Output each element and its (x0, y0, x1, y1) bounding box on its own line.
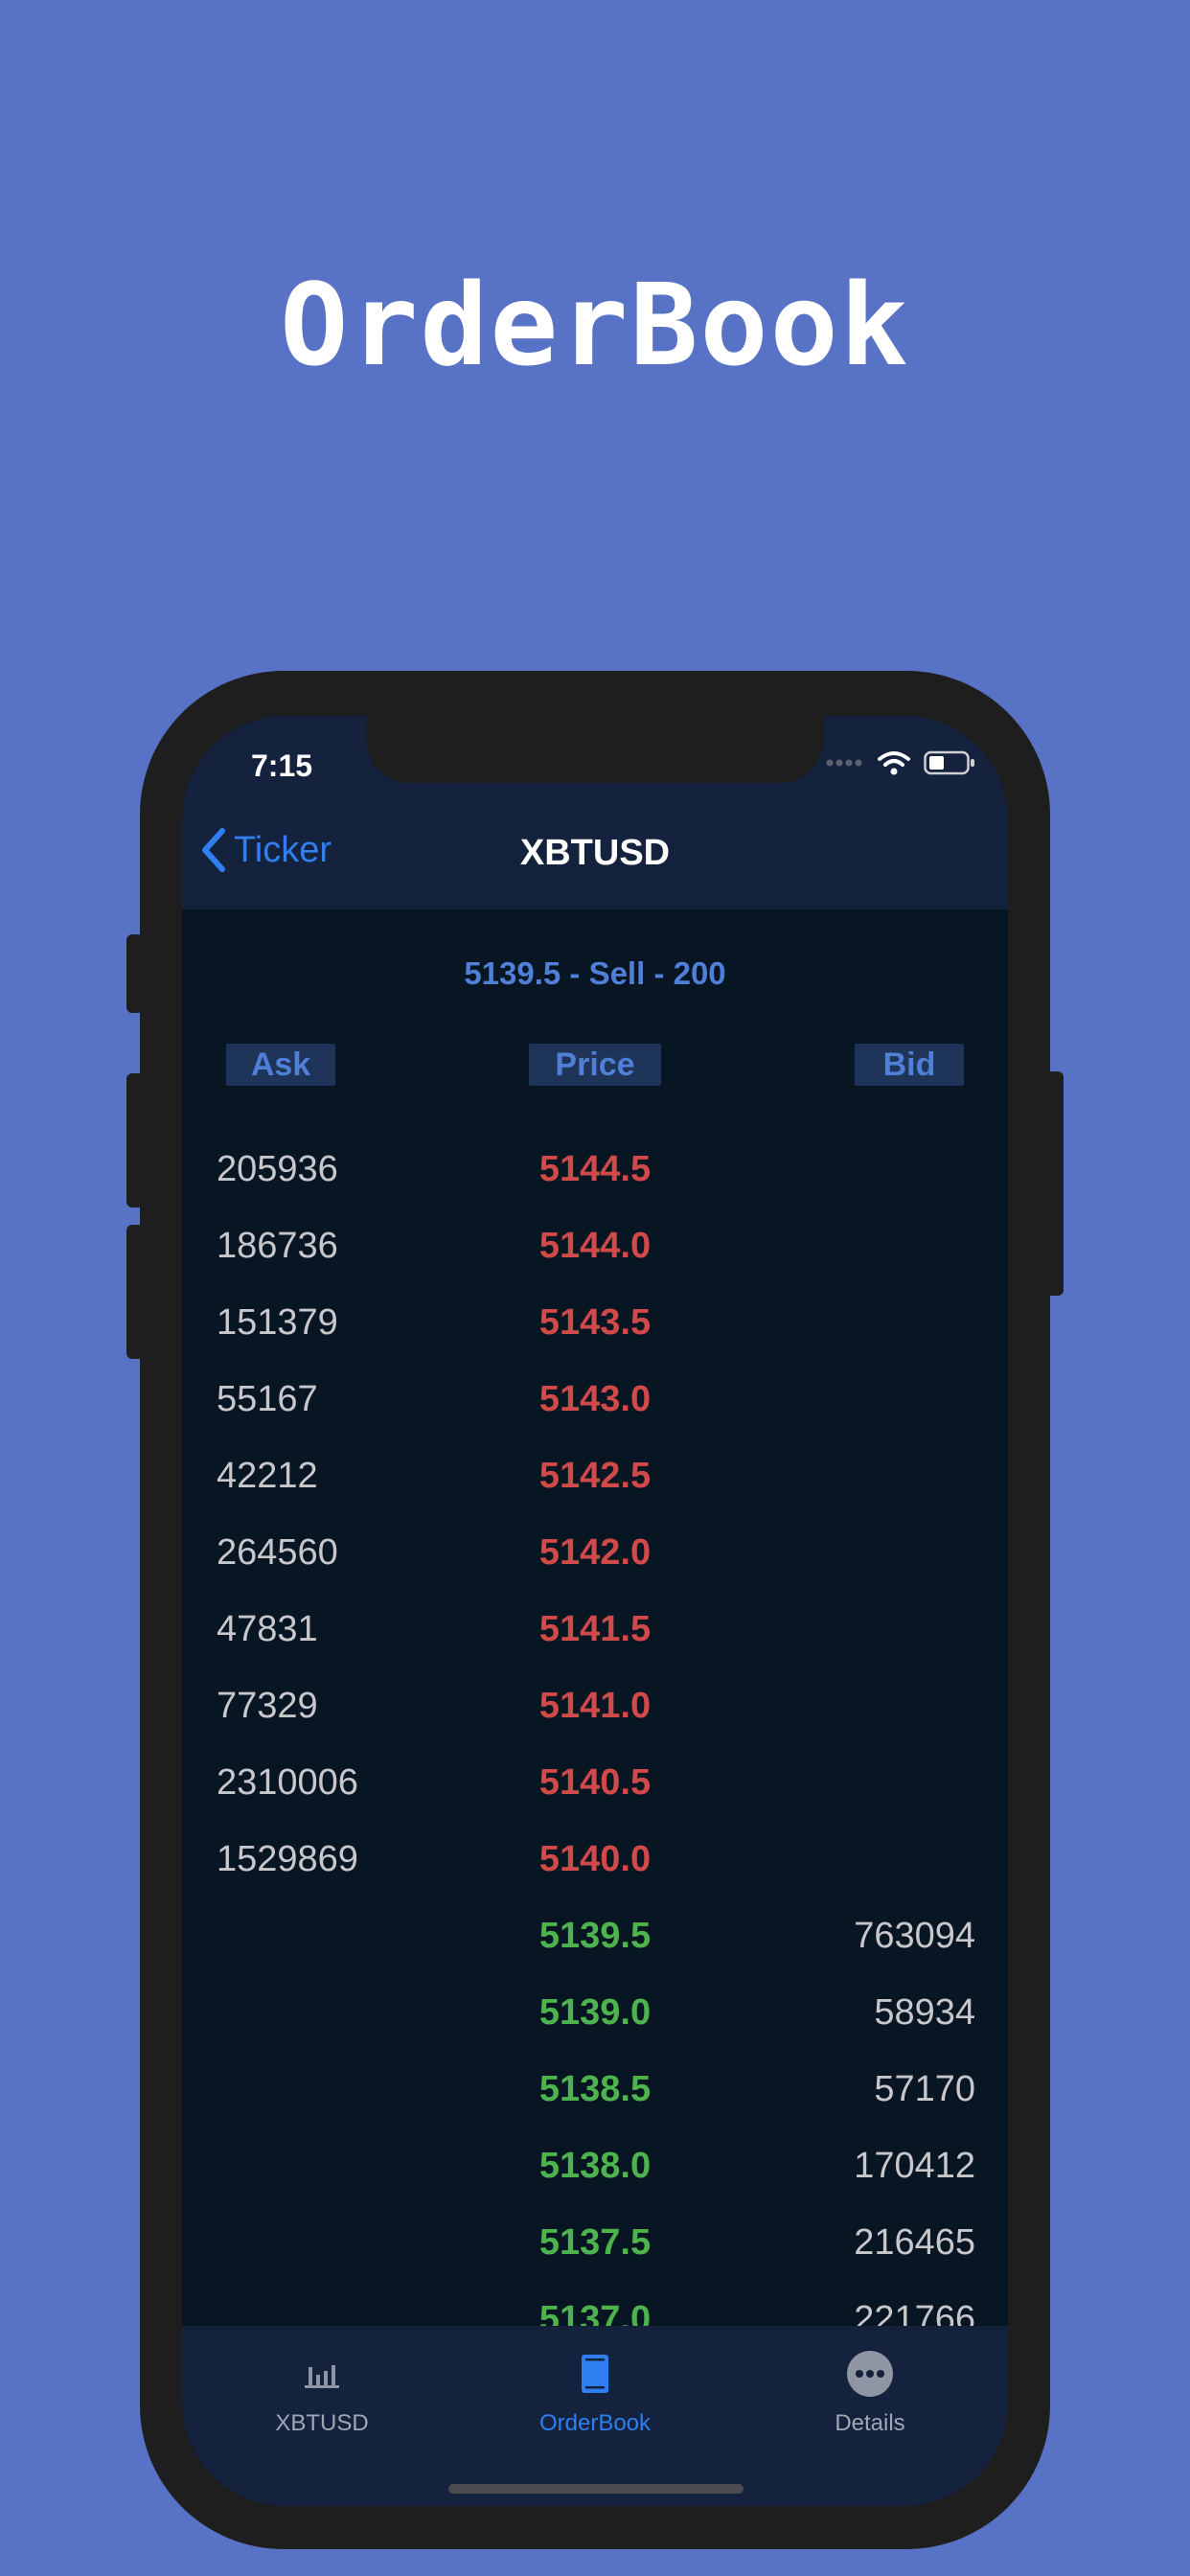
ask-row: 205936 5144.5 (182, 1130, 1008, 1207)
ask-row: 264560 5142.0 (182, 1513, 1008, 1590)
tab-orderbook[interactable]: OrderBook (499, 2345, 691, 2437)
bid-size: 170412 (854, 2146, 975, 2186)
phone-screen: 7:15 Ticker XBTUSD 5139.5 - Sell - 200 A… (182, 716, 1008, 2506)
ask-row: 42212 5142.5 (182, 1437, 1008, 1513)
bid-row: 5139.0 58934 (182, 1973, 1008, 2050)
bid-price: 5138.5 (538, 2069, 652, 2109)
ask-size: 186736 (217, 1226, 338, 1266)
bid-price: 5139.5 (538, 1916, 652, 1956)
ask-price: 5144.0 (538, 1226, 652, 1266)
ask-size: 77329 (217, 1686, 318, 1726)
ask-row: 55167 5143.0 (182, 1360, 1008, 1437)
bid-row: 5137.5 216465 (182, 2203, 1008, 2280)
ask-price: 5140.5 (538, 1762, 652, 1803)
phone-notch (366, 716, 824, 783)
ask-row: 47831 5141.5 (182, 1590, 1008, 1667)
ask-price: 5142.0 (538, 1532, 652, 1573)
ask-size: 55167 (217, 1379, 318, 1419)
bid-size: 763094 (854, 1916, 975, 1956)
orderbook-list[interactable]: 205936 5144.5 186736 5144.0 151379 5143.… (182, 716, 1008, 2339)
ask-size: 47831 (217, 1609, 318, 1649)
ask-price: 5141.0 (538, 1686, 652, 1726)
tab-xbtusd[interactable]: XBTUSD (226, 2345, 418, 2437)
tab-label: Details (835, 2410, 905, 2436)
bid-row: 5139.5 763094 (182, 1897, 1008, 1973)
bid-size: 58934 (874, 1992, 975, 2033)
ask-price: 5140.0 (538, 1839, 652, 1879)
ask-price: 5143.5 (538, 1302, 652, 1343)
more-icon (847, 2351, 893, 2397)
ask-row: 1529869 5140.0 (182, 1820, 1008, 1897)
bid-price: 5138.0 (538, 2146, 652, 2186)
ask-price: 5141.5 (538, 1609, 652, 1649)
bid-row: 5138.0 170412 (182, 2127, 1008, 2203)
ask-row: 77329 5141.0 (182, 1667, 1008, 1743)
bid-row: 5138.5 57170 (182, 2050, 1008, 2127)
tab-label: OrderBook (538, 2410, 652, 2436)
ask-row: 151379 5143.5 (182, 1283, 1008, 1360)
ask-row: 2310006 5140.5 (182, 1743, 1008, 1820)
bid-size: 216465 (854, 2222, 975, 2263)
ask-size: 2310006 (217, 1762, 358, 1803)
bid-price: 5139.0 (538, 1992, 652, 2033)
bid-size: 57170 (874, 2069, 975, 2109)
ask-size: 151379 (217, 1302, 338, 1343)
ask-size: 205936 (217, 1149, 338, 1189)
bid-price: 5137.5 (538, 2222, 652, 2263)
tab-details[interactable]: Details (774, 2345, 966, 2437)
ask-price: 5144.5 (538, 1149, 652, 1189)
bar-chart-icon (305, 2365, 339, 2388)
ask-size: 42212 (217, 1456, 318, 1496)
book-icon (582, 2355, 608, 2393)
ask-price: 5143.0 (538, 1379, 652, 1419)
ask-row: 186736 5144.0 (182, 1207, 1008, 1283)
tab-label: XBTUSD (275, 2410, 369, 2436)
tab-bar: XBTUSD OrderBook Details (182, 2326, 1008, 2506)
home-indicator[interactable] (448, 2484, 744, 2494)
ask-size: 264560 (217, 1532, 338, 1573)
hero-title: OrderBook (280, 259, 910, 391)
ask-size: 1529869 (217, 1839, 358, 1879)
ask-price: 5142.5 (538, 1456, 652, 1496)
